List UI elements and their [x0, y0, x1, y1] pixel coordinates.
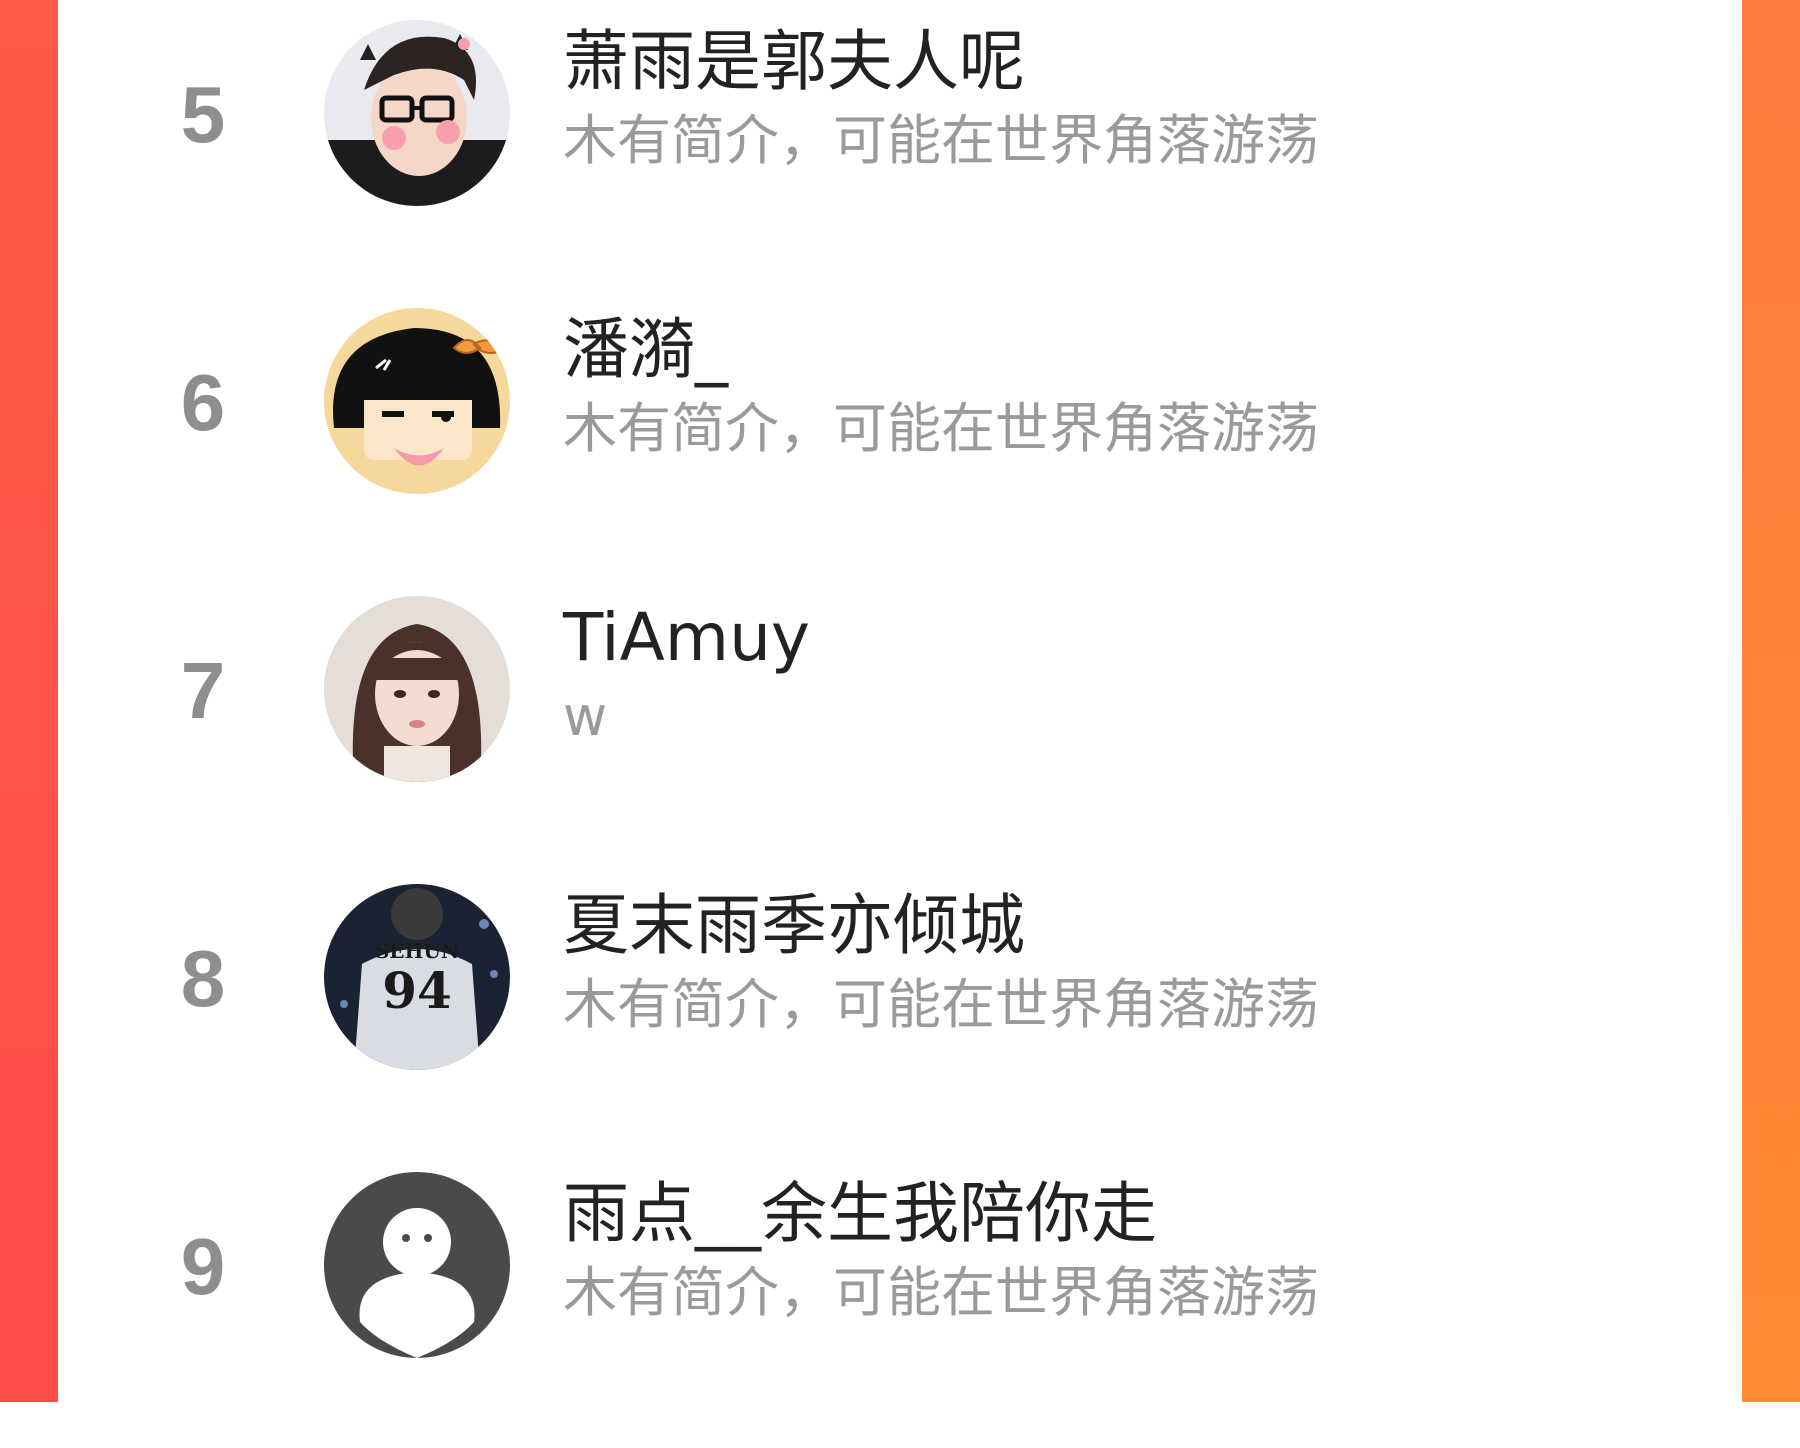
- avatar[interactable]: [324, 308, 510, 494]
- user-name[interactable]: 萧雨是郭夫人呢: [563, 22, 1025, 102]
- rank-number: 9: [180, 1222, 226, 1311]
- user-bio: 木有简介，可能在世界角落游荡: [563, 109, 1319, 172]
- list-item[interactable]: 8 SEHUN 94 夏末雨季亦倾城 木有简介，可能在世界角落游荡: [58, 864, 1742, 1152]
- right-gradient-border: [1742, 0, 1800, 1402]
- list-item[interactable]: 7 TiAmuy w: [58, 576, 1742, 864]
- avatar-girl-photo-icon: [324, 596, 510, 782]
- user-name[interactable]: 雨点__余生我陪你走: [563, 1174, 1157, 1254]
- avatar[interactable]: SEHUN 94: [324, 884, 510, 1070]
- avatar[interactable]: [324, 596, 510, 782]
- list-item[interactable]: 6 潘漪_ 木有简介，可能在世界角落游荡: [58, 288, 1742, 576]
- avatar-jersey-94-icon: SEHUN 94: [324, 884, 510, 1070]
- user-bio: 木有简介，可能在世界角落游荡: [563, 1261, 1319, 1324]
- rank-number: 5: [180, 70, 226, 159]
- user-bio: 木有简介，可能在世界角落游荡: [563, 973, 1319, 1036]
- avatar[interactable]: [324, 1172, 510, 1358]
- avatar-default-ghost-icon: [324, 1172, 510, 1358]
- rank-number: 8: [180, 934, 226, 1023]
- user-name[interactable]: 潘漪_: [563, 310, 728, 390]
- user-name[interactable]: TiAmuy: [563, 598, 810, 678]
- left-gradient-border: [0, 0, 58, 1402]
- ranking-list-card: 5 萧雨是郭夫人呢 木有简介，可能在世界角落游荡 6 潘漪_ 木有简介，可能在世…: [58, 0, 1742, 1402]
- rank-number: 7: [180, 646, 226, 735]
- avatar[interactable]: [324, 20, 510, 206]
- list-item[interactable]: 5 萧雨是郭夫人呢 木有简介，可能在世界角落游荡: [58, 0, 1742, 288]
- avatar-boy-glasses-icon: [324, 20, 510, 206]
- list-item[interactable]: 9 雨点__余生我陪你走 木有简介，可能在世界角落游荡: [58, 1152, 1742, 1440]
- svg-text:SEHUN: SEHUN: [375, 939, 459, 963]
- user-bio: 木有简介，可能在世界角落游荡: [563, 397, 1319, 460]
- avatar-cartoon-girl-icon: [324, 308, 510, 494]
- leaderboard-screen: 5 萧雨是郭夫人呢 木有简介，可能在世界角落游荡 6 潘漪_ 木有简介，可能在世…: [0, 0, 1800, 1448]
- user-bio: w: [563, 685, 608, 748]
- rank-number: 6: [180, 358, 226, 447]
- svg-text:94: 94: [382, 961, 452, 1020]
- user-name[interactable]: 夏末雨季亦倾城: [563, 886, 1025, 966]
